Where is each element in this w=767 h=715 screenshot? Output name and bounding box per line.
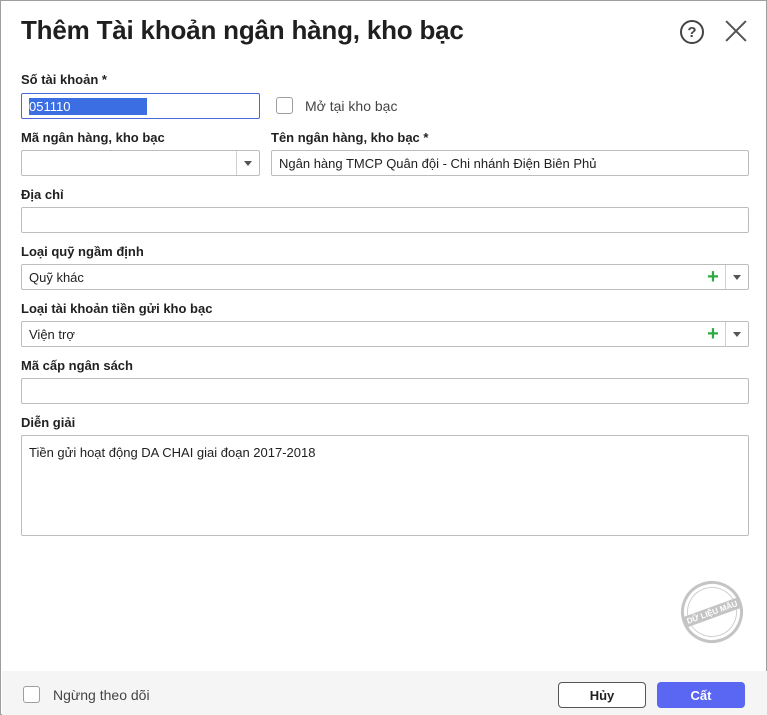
default-fund-type-label: Loại quỹ ngầm định	[21, 244, 144, 259]
treasury-deposit-type-dropdown-button[interactable]	[725, 322, 748, 346]
bank-name-value: Ngân hàng TMCP Quân đội - Chi nhánh Điện…	[279, 155, 597, 171]
sample-data-stamp: DỮ LIỆU MẪU	[672, 572, 752, 652]
treasury-deposit-type-select[interactable]: Viện trợ +	[21, 321, 749, 347]
bank-name-label: Tên ngân hàng, kho bạc *	[271, 130, 429, 145]
budget-level-code-label: Mã cấp ngân sách	[21, 358, 133, 373]
bank-code-select[interactable]	[21, 150, 260, 176]
help-icon[interactable]: ?	[680, 20, 704, 44]
plus-icon[interactable]: +	[702, 265, 724, 289]
address-input[interactable]	[21, 207, 749, 233]
stamp-text: DỮ LIỆU MẪU	[682, 596, 742, 628]
default-fund-type-value: Quỹ khác	[29, 269, 84, 285]
default-fund-type-dropdown-button[interactable]	[725, 265, 748, 289]
save-button[interactable]: Cất	[657, 682, 745, 708]
default-fund-type-select[interactable]: Quỹ khác +	[21, 264, 749, 290]
close-icon[interactable]	[725, 20, 747, 42]
add-bank-account-dialog: Thêm Tài khoản ngân hàng, kho bạc ? Số t…	[0, 0, 767, 715]
treasury-checkbox-label: Mở tại kho bạc	[305, 98, 398, 114]
account-number-value: 051110	[29, 97, 147, 115]
dialog-title: Thêm Tài khoản ngân hàng, kho bạc	[21, 15, 464, 45]
account-number-input[interactable]: 051110	[21, 93, 260, 119]
bank-name-input[interactable]: Ngân hàng TMCP Quân đội - Chi nhánh Điện…	[271, 150, 749, 176]
bank-code-dropdown-button[interactable]	[236, 151, 259, 175]
chevron-down-icon	[244, 160, 252, 166]
bank-code-label: Mã ngân hàng, kho bạc	[21, 130, 165, 145]
address-label: Địa chỉ	[21, 187, 64, 202]
plus-icon[interactable]: +	[702, 322, 724, 346]
treasury-checkbox[interactable]	[276, 97, 293, 114]
stop-tracking-checkbox[interactable]	[23, 686, 40, 703]
treasury-deposit-type-value: Viện trợ	[29, 326, 75, 342]
cancel-button[interactable]: Hủy	[558, 682, 646, 708]
account-number-label: Số tài khoản *	[21, 72, 107, 87]
stamp-inner-ring: DỮ LIỆU MẪU	[679, 579, 745, 645]
description-textarea[interactable]: Tiền gửi hoạt động DA CHAI giai đoạn 201…	[21, 435, 749, 536]
treasury-deposit-type-label: Loại tài khoản tiền gửi kho bạc	[21, 301, 213, 316]
stop-tracking-label: Ngừng theo dõi	[53, 687, 150, 703]
chevron-down-icon	[733, 331, 741, 337]
budget-level-code-input[interactable]	[21, 378, 749, 404]
description-label: Diễn giải	[21, 415, 76, 430]
chevron-down-icon	[733, 274, 741, 280]
